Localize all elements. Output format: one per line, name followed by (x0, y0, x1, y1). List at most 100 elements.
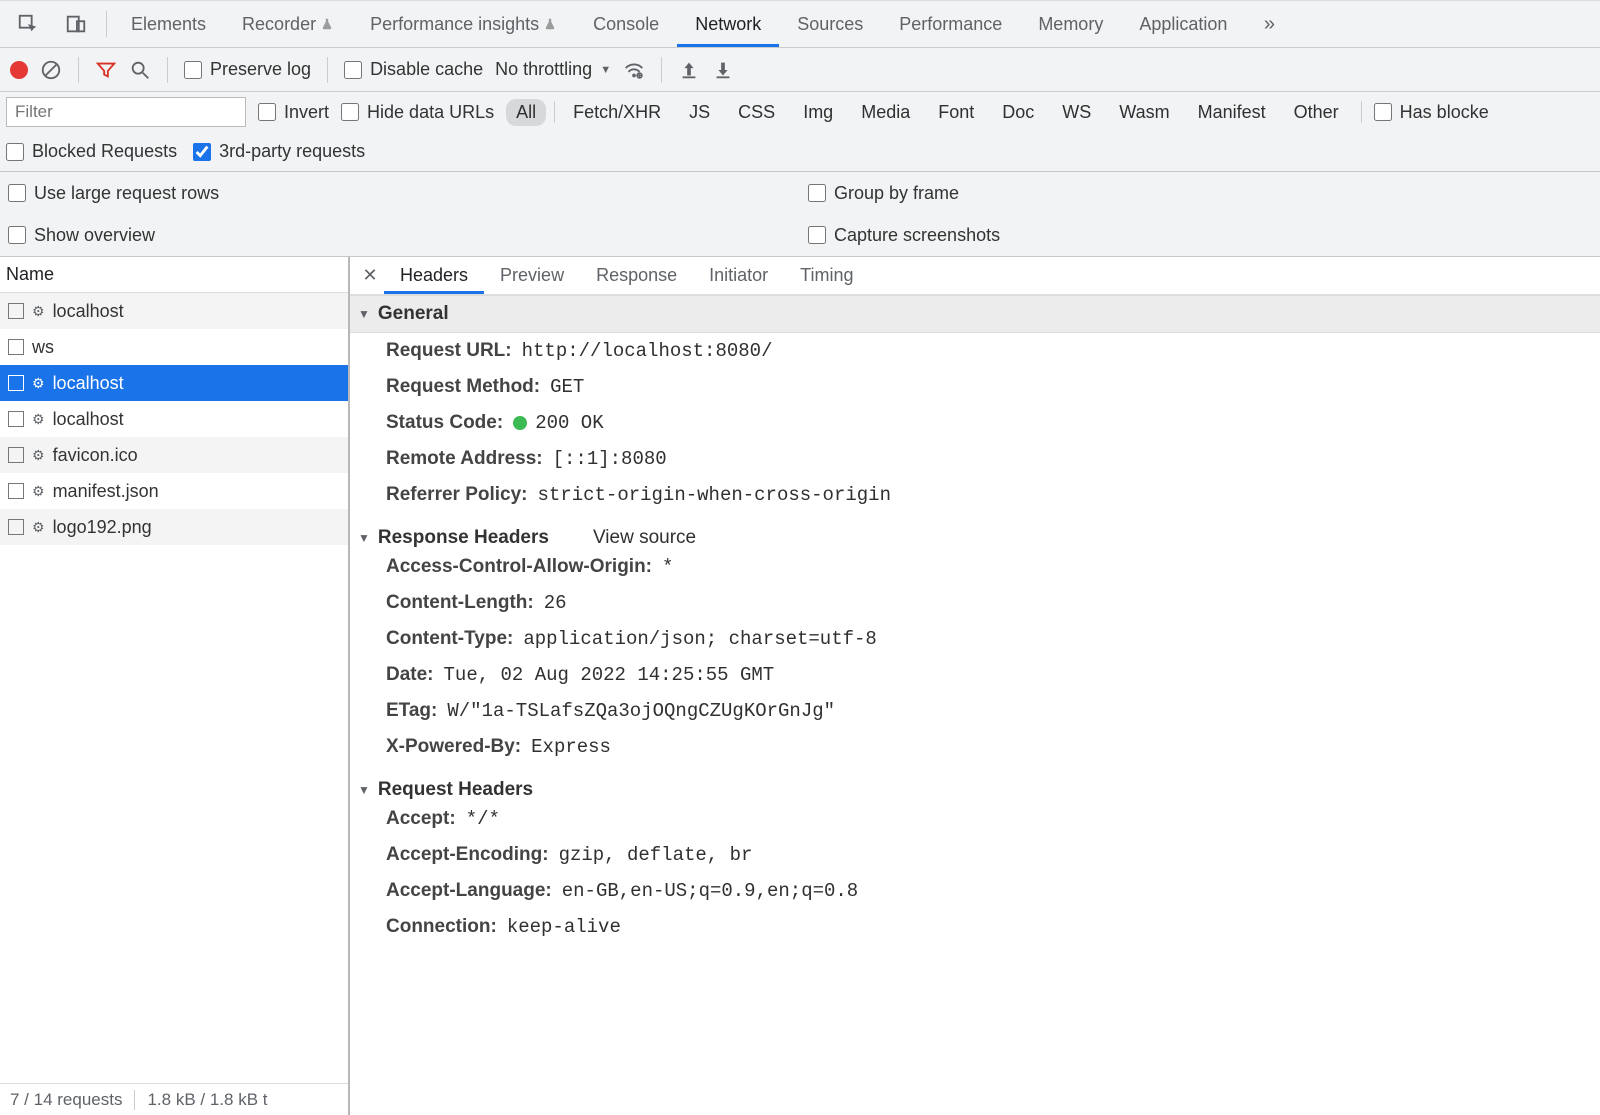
filter-type-doc[interactable]: Doc (992, 99, 1044, 126)
tab-memory[interactable]: Memory (1020, 1, 1121, 47)
separator (327, 57, 328, 83)
capture-screenshots-checkbox[interactable]: Capture screenshots (808, 225, 1000, 246)
large-rows-checkbox[interactable]: Use large request rows (8, 183, 219, 204)
disclosure-triangle-icon[interactable]: ▼ (358, 307, 370, 321)
row-checkbox[interactable] (8, 303, 24, 319)
disable-cache-checkbox[interactable]: Disable cache (344, 59, 483, 80)
header-value: strict-origin-when-cross-origin (538, 484, 891, 506)
header-key: Request URL: (386, 340, 512, 362)
separator (1361, 101, 1362, 123)
header-row: ETag:W/"1a-TSLafsZQa3ojOQngCZUgKOrGnJg" (350, 693, 1600, 729)
header-row: Date:Tue, 02 Aug 2022 14:25:55 GMT (350, 657, 1600, 693)
filter-type-img[interactable]: Img (793, 99, 843, 126)
header-key: Status Code: (386, 412, 503, 434)
filter-type-other[interactable]: Other (1284, 99, 1349, 126)
tab-performance-insights[interactable]: Performance insights (352, 1, 575, 47)
tab-console[interactable]: Console (575, 1, 677, 47)
request-name: ws (32, 337, 54, 358)
gear-icon: ⚙ (32, 447, 45, 464)
request-row[interactable]: ⚙logo192.png (0, 509, 348, 545)
row-checkbox[interactable] (8, 519, 24, 535)
header-value: en-GB,en-US;q=0.9,en;q=0.8 (562, 880, 858, 902)
hide-data-urls-checkbox[interactable]: Hide data URLs (341, 102, 494, 123)
tab-recorder[interactable]: Recorder (224, 1, 352, 47)
filter-type-wasm[interactable]: Wasm (1109, 99, 1179, 126)
has-blocked-checkbox[interactable]: Has blocke (1374, 102, 1489, 123)
filter-type-media[interactable]: Media (851, 99, 920, 126)
header-key: Referrer Policy: (386, 484, 528, 506)
row-checkbox[interactable] (8, 483, 24, 499)
header-row: Referrer Policy: strict-origin-when-cross… (350, 477, 1600, 513)
header-value: GET (550, 376, 584, 398)
throttling-select[interactable]: No throttling▼ (495, 59, 611, 80)
inspect-icon[interactable] (10, 6, 46, 42)
detail-tab-preview[interactable]: Preview (484, 257, 580, 294)
filter-type-font[interactable]: Font (928, 99, 984, 126)
header-key: ETag: (386, 700, 437, 722)
row-checkbox[interactable] (8, 375, 24, 391)
request-row[interactable]: ⚙localhost (0, 365, 348, 401)
request-list-header[interactable]: Name (0, 257, 348, 293)
section-header[interactable]: ▼Request Headers (350, 765, 1600, 801)
record-button[interactable] (10, 61, 28, 79)
request-row[interactable]: ⚙manifest.json (0, 473, 348, 509)
filter-input[interactable] (6, 97, 246, 127)
separator (661, 57, 662, 83)
request-row[interactable]: ⚙ favicon.ico (0, 437, 348, 473)
filter-type-all[interactable]: All (506, 99, 546, 126)
row-checkbox[interactable] (8, 447, 24, 463)
network-conditions-icon[interactable] (623, 59, 645, 81)
tab-sources[interactable]: Sources (779, 1, 881, 47)
tab-network[interactable]: Network (677, 1, 779, 47)
transfer-size: 1.8 kB / 1.8 kB t (147, 1090, 267, 1110)
header-value: [::1]:8080 (553, 448, 667, 470)
header-key: Content-Type: (386, 628, 513, 650)
download-har-icon[interactable] (712, 59, 734, 81)
header-key: Accept-Encoding: (386, 844, 549, 866)
filter-type-css[interactable]: CSS (728, 99, 785, 126)
request-row[interactable]: ws (0, 329, 348, 365)
filter-type-js[interactable]: JS (679, 99, 720, 126)
request-row[interactable]: ⚙localhost (0, 401, 348, 437)
header-key: Remote Address: (386, 448, 543, 470)
preserve-log-checkbox[interactable]: Preserve log (184, 59, 311, 80)
tab-application[interactable]: Application (1121, 1, 1245, 47)
section-header[interactable]: ▼General (350, 295, 1600, 333)
filter-type-manifest[interactable]: Manifest (1188, 99, 1276, 126)
row-checkbox[interactable] (8, 339, 24, 355)
detail-tab-response[interactable]: Response (580, 257, 693, 294)
header-value: keep-alive (507, 916, 621, 938)
clear-icon[interactable] (40, 59, 62, 81)
invert-checkbox[interactable]: Invert (258, 102, 329, 123)
request-row[interactable]: ⚙localhost (0, 293, 348, 329)
header-row: Content-Length:26 (350, 585, 1600, 621)
more-tabs-icon[interactable]: » (1251, 6, 1287, 42)
filter-icon[interactable] (95, 59, 117, 81)
request-name: localhost (53, 409, 124, 430)
filter-type-fetch-xhr[interactable]: Fetch/XHR (563, 99, 671, 126)
close-icon[interactable]: ✕ (356, 262, 384, 290)
status-dot-icon (513, 416, 527, 430)
search-icon[interactable] (129, 59, 151, 81)
network-options: Use large request rows Group by frame Sh… (0, 172, 1600, 257)
header-row: X-Powered-By:Express (350, 729, 1600, 765)
upload-har-icon[interactable] (678, 59, 700, 81)
tab-elements[interactable]: Elements (113, 1, 224, 47)
detail-tab-timing[interactable]: Timing (784, 257, 869, 294)
disclosure-triangle-icon[interactable]: ▼ (358, 783, 370, 797)
show-overview-checkbox[interactable]: Show overview (8, 225, 155, 246)
tab-performance[interactable]: Performance (881, 1, 1020, 47)
blocked-requests-checkbox[interactable]: Blocked Requests (6, 141, 177, 162)
device-toolbar-icon[interactable] (58, 6, 94, 42)
header-row: Request Method:GET (350, 369, 1600, 405)
third-party-checkbox[interactable]: 3rd-party requests (193, 141, 365, 162)
group-by-frame-checkbox[interactable]: Group by frame (808, 183, 959, 204)
detail-tab-initiator[interactable]: Initiator (693, 257, 784, 294)
view-source-link[interactable]: View source (593, 527, 696, 549)
detail-tab-headers[interactable]: Headers (384, 257, 484, 294)
disclosure-triangle-icon[interactable]: ▼ (358, 531, 370, 545)
filter-type-ws[interactable]: WS (1052, 99, 1101, 126)
section-header[interactable]: ▼Response HeadersView source (350, 513, 1600, 549)
row-checkbox[interactable] (8, 411, 24, 427)
request-name: favicon.ico (53, 445, 138, 466)
